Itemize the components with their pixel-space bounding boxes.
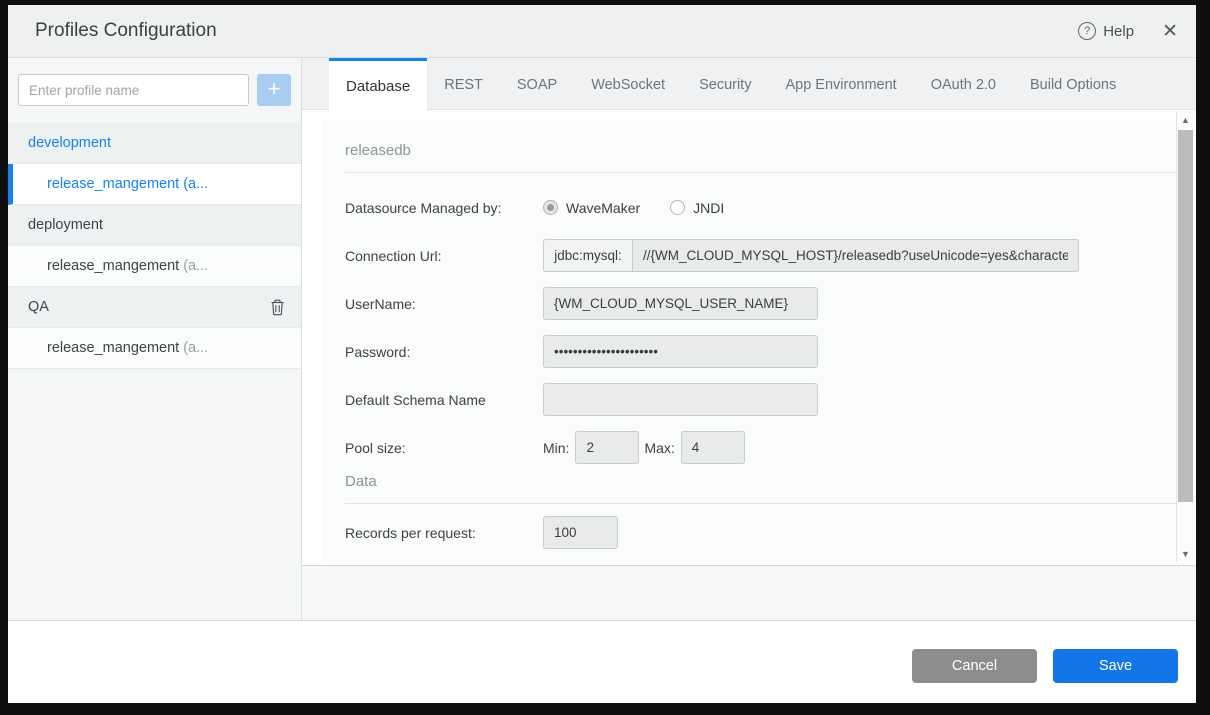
scroll-up-icon[interactable]: ▲ — [1177, 112, 1194, 128]
username-row: UserName: — [345, 287, 1178, 320]
sidebar-item-qa[interactable]: QA — [8, 287, 301, 328]
help-icon: ? — [1078, 22, 1096, 40]
schema-label: Default Schema Name — [345, 392, 543, 408]
dialog-title: Profiles Configuration — [35, 20, 217, 42]
records-label: Records per request: — [345, 525, 543, 541]
database-scroll-pane: releasedb Datasource Managed by: WaveMak… — [302, 110, 1196, 566]
profile-item-label: release_mangement — [47, 340, 179, 356]
datasource-label: Datasource Managed by: — [345, 200, 543, 216]
save-button[interactable]: Save — [1053, 649, 1178, 683]
tab-content: releasedb Datasource Managed by: WaveMak… — [302, 110, 1196, 620]
profile-group-label: deployment — [28, 217, 103, 233]
pool-size-label: Pool size: — [345, 440, 543, 456]
tab-build-options[interactable]: Build Options — [1013, 58, 1133, 109]
pool-max-label: Max: — [644, 440, 674, 456]
tab-soap[interactable]: SOAP — [500, 58, 574, 109]
password-label: Password: — [345, 344, 543, 360]
records-row: Records per request: — [345, 516, 1178, 549]
close-icon[interactable]: ✕ — [1162, 22, 1178, 41]
jndi-radio-label: JNDI — [693, 200, 724, 216]
profile-item-suffix: (a... — [183, 176, 208, 192]
sidebar-item-release-mangement-dev[interactable]: release_mangement (a... — [8, 164, 301, 205]
connection-url-input[interactable] — [633, 239, 1079, 272]
scroll-down-icon[interactable]: ▼ — [1177, 546, 1194, 562]
profiles-configuration-dialog: Profiles Configuration ? Help ✕ + develo… — [8, 5, 1196, 703]
vertical-scrollbar[interactable]: ▲ ▼ — [1176, 112, 1194, 562]
connection-url-group: jdbc:mysql: — [543, 239, 1079, 272]
pool-min-input[interactable] — [575, 431, 639, 464]
schema-input[interactable] — [543, 383, 818, 416]
profile-group-label: QA — [28, 299, 49, 315]
profiles-list: development release_mangement (a... depl… — [8, 123, 301, 369]
username-label: UserName: — [345, 296, 543, 312]
profile-group-label: development — [28, 135, 111, 151]
profile-name-input[interactable] — [18, 74, 249, 106]
delete-profile-icon[interactable] — [270, 299, 285, 316]
profiles-sidebar: + development release_mangement (a... de… — [8, 58, 302, 620]
records-input[interactable] — [543, 516, 618, 549]
config-tabbar: Database REST SOAP WebSocket Security Ap… — [302, 58, 1196, 110]
database-form-panel: releasedb Datasource Managed by: WaveMak… — [322, 120, 1178, 562]
header-actions: ? Help ✕ — [1078, 22, 1178, 41]
sidebar-item-development[interactable]: development — [8, 123, 301, 164]
pool-min-label: Min: — [543, 440, 569, 456]
modal-backdrop: Profiles Configuration ? Help ✕ + develo… — [0, 0, 1210, 715]
add-profile-button[interactable]: + — [257, 74, 291, 106]
help-label: Help — [1103, 23, 1134, 40]
password-input[interactable] — [543, 335, 818, 368]
cancel-button[interactable]: Cancel — [912, 649, 1037, 683]
schema-row: Default Schema Name — [345, 383, 1178, 416]
pool-size-row: Pool size: Min: Max: — [345, 431, 1178, 464]
data-section-title: Data — [345, 473, 1176, 504]
sidebar-item-release-mangement-qa[interactable]: release_mangement (a... — [8, 328, 301, 369]
db-section-title: releasedb — [345, 142, 1176, 173]
profile-search-row: + — [8, 58, 301, 106]
sidebar-item-release-mangement-deploy[interactable]: release_mangement (a... — [8, 246, 301, 287]
jndi-radio[interactable] — [670, 200, 685, 215]
dialog-header: Profiles Configuration ? Help ✕ — [8, 5, 1196, 58]
tab-database[interactable]: Database — [329, 58, 427, 111]
username-input[interactable] — [543, 287, 818, 320]
jdbc-prefix: jdbc:mysql: — [543, 239, 633, 272]
scrollbar-thumb[interactable] — [1178, 130, 1193, 502]
wavemaker-radio-label: WaveMaker — [566, 200, 640, 216]
tab-oauth[interactable]: OAuth 2.0 — [914, 58, 1013, 109]
profile-item-suffix: (a... — [183, 258, 208, 274]
tab-security[interactable]: Security — [682, 58, 768, 109]
datasource-options: WaveMaker JNDI — [543, 200, 724, 216]
datasource-row: Datasource Managed by: WaveMaker JNDI — [345, 191, 1178, 224]
profile-item-suffix: (a... — [183, 340, 208, 356]
wavemaker-radio[interactable] — [543, 200, 558, 215]
tab-rest[interactable]: REST — [427, 58, 500, 109]
tab-app-environment[interactable]: App Environment — [768, 58, 913, 109]
help-button[interactable]: ? Help — [1078, 22, 1134, 40]
password-row: Password: — [345, 335, 1178, 368]
sidebar-item-deployment[interactable]: deployment — [8, 205, 301, 246]
dialog-footer: Cancel Save — [8, 620, 1196, 703]
profile-item-label: release_mangement — [47, 176, 179, 192]
pool-max-input[interactable] — [681, 431, 745, 464]
connection-url-row: Connection Url: jdbc:mysql: — [345, 239, 1178, 272]
tab-websocket[interactable]: WebSocket — [574, 58, 682, 109]
connection-url-label: Connection Url: — [345, 248, 543, 264]
profile-item-label: release_mangement — [47, 258, 179, 274]
